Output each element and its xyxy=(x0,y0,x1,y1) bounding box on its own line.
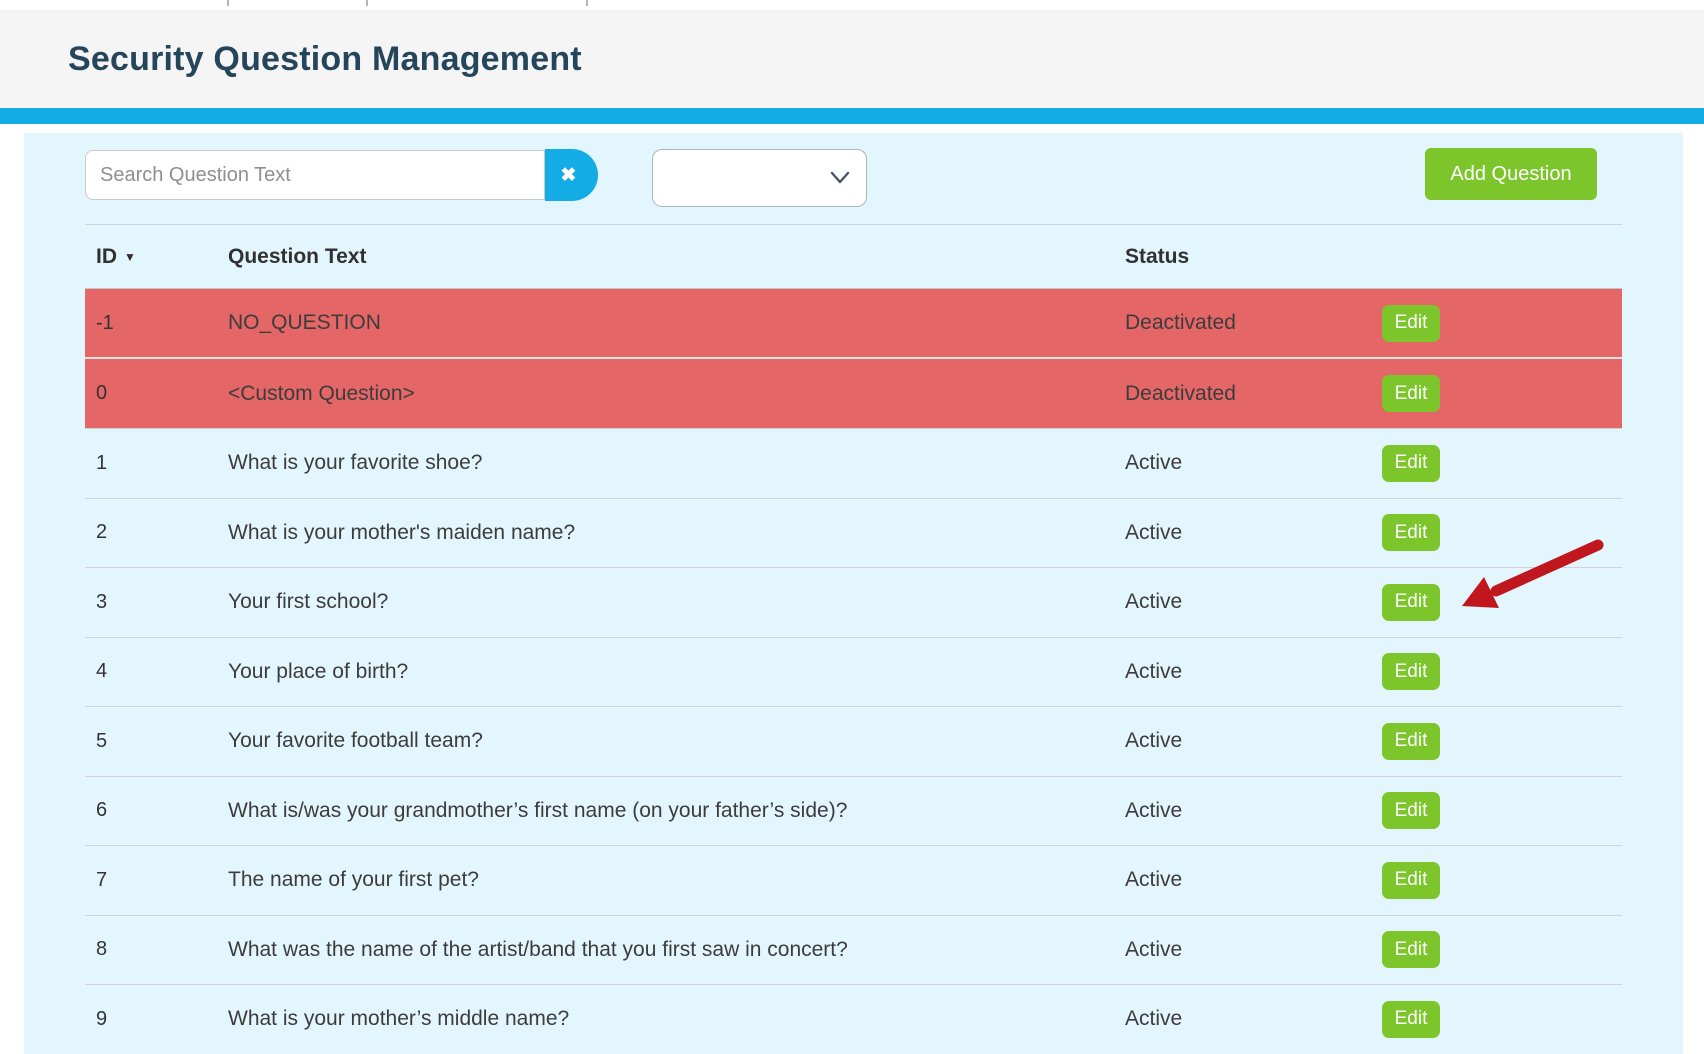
cell-question-id: 3 xyxy=(96,591,228,614)
edit-button[interactable]: Edit xyxy=(1382,514,1440,551)
table-header-row: ID▼ Question Text Status xyxy=(85,224,1622,289)
cell-question-text: What is your favorite shoe? xyxy=(228,451,1125,475)
cell-status: Active xyxy=(1125,729,1382,753)
cell-question-text: What is your mother’s middle name? xyxy=(228,1007,1125,1031)
top-edge-tick xyxy=(227,0,229,6)
cell-question-text: Your place of birth? xyxy=(228,660,1125,684)
cell-actions: Edit xyxy=(1382,305,1622,342)
edit-button[interactable]: Edit xyxy=(1382,931,1440,968)
cell-question-id: 6 xyxy=(96,799,228,822)
column-header-question-text: Question Text xyxy=(228,245,1125,269)
cell-question-id: 4 xyxy=(96,660,228,683)
edit-button-row-3[interactable]: Edit xyxy=(1382,584,1440,621)
cell-question-text: Your first school? xyxy=(228,590,1125,614)
cell-question-text: <Custom Question> xyxy=(228,382,1125,406)
edit-button[interactable]: Edit xyxy=(1382,445,1440,482)
edit-button[interactable]: Edit xyxy=(1382,305,1440,342)
cell-question-text: What was the name of the artist/band tha… xyxy=(228,938,1125,962)
edit-button[interactable]: Edit xyxy=(1382,1001,1440,1038)
cell-question-id: 5 xyxy=(96,730,228,753)
cell-actions: Edit xyxy=(1382,931,1622,968)
cell-question-text: What is your mother's maiden name? xyxy=(228,521,1125,545)
cell-question-text: Your favorite football team? xyxy=(228,729,1125,753)
cell-question-id: 0 xyxy=(96,382,228,405)
edit-button[interactable]: Edit xyxy=(1382,653,1440,690)
table-row: 8 What was the name of the artist/band t… xyxy=(85,916,1622,986)
clear-x-icon: ✖ xyxy=(561,164,577,187)
table-row: 3 Your first school? Active Edit xyxy=(85,568,1622,638)
cell-actions: Edit xyxy=(1382,514,1622,551)
table-row: 1 What is your favorite shoe? Active Edi… xyxy=(85,429,1622,499)
clear-search-button[interactable]: ✖ xyxy=(545,149,598,201)
status-filter-select[interactable] xyxy=(652,149,867,207)
add-question-button[interactable]: Add Question xyxy=(1425,148,1597,200)
table-row: 9 What is your mother’s middle name? Act… xyxy=(85,985,1622,1054)
cell-actions: Edit xyxy=(1382,792,1622,829)
column-header-status: Status xyxy=(1125,245,1382,269)
table-row: 0 <Custom Question> Deactivated Edit xyxy=(85,359,1622,429)
cell-actions: Edit xyxy=(1382,584,1622,621)
table-row: 5 Your favorite football team? Active Ed… xyxy=(85,707,1622,777)
cell-actions: Edit xyxy=(1382,1001,1622,1038)
edit-button[interactable]: Edit xyxy=(1382,862,1440,899)
cell-question-id: 2 xyxy=(96,521,228,544)
cell-status: Active xyxy=(1125,521,1382,545)
cell-status: Active xyxy=(1125,799,1382,823)
top-edge-tick xyxy=(586,0,588,6)
table-row: 4 Your place of birth? Active Edit xyxy=(85,638,1622,708)
browser-edge-strip xyxy=(0,0,1704,10)
cell-question-id: 7 xyxy=(96,869,228,892)
cell-question-id: 1 xyxy=(96,452,228,475)
cell-question-id: 8 xyxy=(96,938,228,961)
page-header: Security Question Management xyxy=(0,10,1704,108)
cell-status: Active xyxy=(1125,868,1382,892)
cell-question-text: NO_QUESTION xyxy=(228,311,1125,335)
cell-status: Active xyxy=(1125,590,1382,614)
cell-actions: Edit xyxy=(1382,723,1622,760)
questions-table: ID▼ Question Text Status -1 NO_QUESTION … xyxy=(85,224,1622,1054)
cell-status: Active xyxy=(1125,938,1382,962)
table-body: -1 NO_QUESTION Deactivated Edit 0 <Custo… xyxy=(85,289,1622,1054)
cell-question-text: What is/was your grandmother’s first nam… xyxy=(228,799,1125,823)
chevron-down-icon xyxy=(830,171,850,185)
search-input[interactable] xyxy=(85,150,545,200)
page-title: Security Question Management xyxy=(68,40,582,79)
column-header-id[interactable]: ID▼ xyxy=(96,245,228,269)
cell-status: Active xyxy=(1125,660,1382,684)
edit-button[interactable]: Edit xyxy=(1382,375,1440,412)
cell-question-text: The name of your first pet? xyxy=(228,868,1125,892)
top-edge-tick xyxy=(366,0,368,6)
table-row: 7 The name of your first pet? Active Edi… xyxy=(85,846,1622,916)
table-row: 6 What is/was your grandmother’s first n… xyxy=(85,777,1622,847)
cell-actions: Edit xyxy=(1382,445,1622,482)
accent-divider-bar xyxy=(0,108,1704,124)
table-row: -1 NO_QUESTION Deactivated Edit xyxy=(85,289,1622,359)
sort-desc-icon: ▼ xyxy=(124,250,136,264)
cell-actions: Edit xyxy=(1382,375,1622,412)
cell-question-id: -1 xyxy=(96,312,228,335)
edit-button[interactable]: Edit xyxy=(1382,723,1440,760)
cell-status: Deactivated xyxy=(1125,311,1382,335)
edit-button[interactable]: Edit xyxy=(1382,792,1440,829)
cell-status: Deactivated xyxy=(1125,382,1382,406)
cell-status: Active xyxy=(1125,1007,1382,1031)
cell-actions: Edit xyxy=(1382,862,1622,899)
cell-question-id: 9 xyxy=(96,1008,228,1031)
table-row: 2 What is your mother's maiden name? Act… xyxy=(85,499,1622,569)
security-question-management-page: Security Question Management ✖ Add Quest… xyxy=(0,0,1704,1054)
cell-actions: Edit xyxy=(1382,653,1622,690)
cell-status: Active xyxy=(1125,451,1382,475)
